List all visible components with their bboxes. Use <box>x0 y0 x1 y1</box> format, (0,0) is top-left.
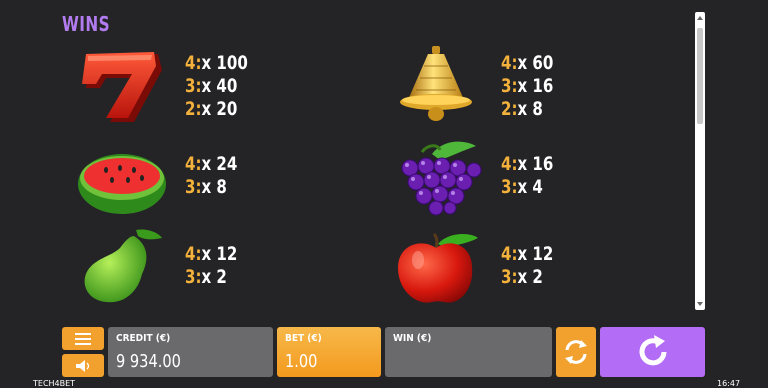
watermelon-symbol-icon <box>78 154 166 214</box>
scrollbar-thumb[interactable] <box>697 28 703 124</box>
win-label: WIN (€) <box>393 333 432 344</box>
grapes-payouts: 4:x 16 3:x 4 <box>501 153 553 199</box>
autoplay-icon <box>565 340 587 364</box>
payout-line: 3:x 2 <box>501 266 543 288</box>
grapes-symbol-icon <box>401 141 482 216</box>
pear-payouts: 4:x 12 3:x 2 <box>185 243 237 289</box>
seven-payouts: 4:x 100 3:x 40 2:x 20 <box>185 52 248 121</box>
seven-symbol-icon <box>82 52 162 122</box>
bell-symbol-icon <box>400 46 472 121</box>
payout-line: 4:x 16 <box>501 153 554 175</box>
payout-line: 3:x 16 <box>501 75 554 97</box>
autoplay-button[interactable] <box>556 327 596 377</box>
menu-icon <box>75 332 91 345</box>
payout-line: 4:x 60 <box>501 52 554 74</box>
bell-payouts: 4:x 60 3:x 16 2:x 8 <box>501 52 553 121</box>
payout-line: 3:x 8 <box>185 176 227 198</box>
pear-symbol-icon <box>84 229 162 303</box>
payout-line: 2:x 8 <box>501 98 543 120</box>
spin-button[interactable] <box>600 327 705 377</box>
payout-line: 3:x 2 <box>185 266 227 288</box>
scroll-up-icon[interactable] <box>697 16 703 20</box>
payout-line: 4:x 12 <box>185 243 238 265</box>
credit-panel: CREDIT (€) 9 934.00 <box>108 327 273 377</box>
spin-icon <box>639 335 666 366</box>
menu-button[interactable] <box>62 327 104 350</box>
payout-line: 2:x 20 <box>185 98 238 120</box>
paytable-scrollbar[interactable] <box>695 12 705 310</box>
bet-panel[interactable]: BET (€) 1.00 <box>277 327 381 377</box>
credit-value: 9 934.00 <box>116 351 181 372</box>
sound-icon <box>76 359 90 372</box>
payout-line: 3:x 40 <box>185 75 238 97</box>
watermelon-payouts: 4:x 24 3:x 8 <box>185 153 237 199</box>
payout-line: 4:x 12 <box>501 243 554 265</box>
payout-line: 3:x 4 <box>501 176 543 198</box>
scroll-down-icon[interactable] <box>697 302 703 306</box>
payout-line: 4:x 100 <box>185 52 248 74</box>
credit-label: CREDIT (€) <box>116 333 171 344</box>
paytable-title: WINS <box>62 12 111 36</box>
bet-value: 1.00 <box>285 351 318 372</box>
bet-label: BET (€) <box>285 333 322 344</box>
win-panel: WIN (€) <box>385 327 552 377</box>
apple-symbol-icon <box>398 232 478 303</box>
sound-button[interactable] <box>62 354 104 377</box>
apple-payouts: 4:x 12 3:x 2 <box>501 243 553 289</box>
payout-line: 4:x 24 <box>185 153 238 175</box>
